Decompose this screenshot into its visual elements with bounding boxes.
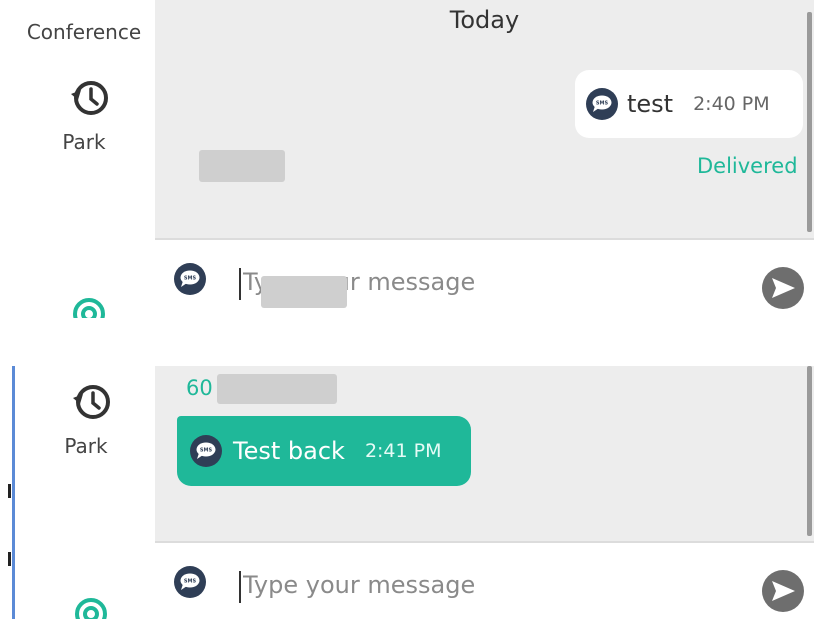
- sms-bubble-icon[interactable]: SMS: [173, 565, 207, 599]
- nav-park-label[interactable]: Park: [14, 130, 154, 154]
- edge-mark: [8, 484, 11, 498]
- sender-number: 60: [186, 376, 213, 400]
- redacted-block: [261, 276, 347, 308]
- panel-gap: [0, 318, 814, 366]
- sidebar: Park: [16, 366, 156, 619]
- window-edge: [12, 366, 15, 619]
- top-screenshot-panel: Conference Park Today SMS test 2:40 PM D…: [0, 0, 814, 318]
- redacted-block: [199, 150, 285, 182]
- green-ring-icon: [66, 288, 112, 318]
- svg-text:SMS: SMS: [596, 101, 609, 107]
- sms-bubble-icon: SMS: [189, 434, 223, 468]
- sms-bubble-icon: SMS: [585, 87, 619, 121]
- message-text: test: [627, 90, 674, 118]
- message-composer: SMS: [155, 541, 814, 619]
- message-composer: SMS: [155, 238, 814, 318]
- redacted-block: [217, 374, 337, 404]
- conversation-area: Today SMS test 2:40 PM Delivered: [155, 0, 814, 238]
- bottom-screenshot-panel: Park 60 SMS Test back 2:41 PM SMS Type y…: [0, 366, 814, 619]
- green-ring-icon: [68, 588, 114, 619]
- message-input[interactable]: [243, 565, 743, 605]
- clock-history-icon[interactable]: [68, 380, 114, 426]
- message-time: 2:41 PM: [364, 440, 442, 462]
- scrollbar[interactable]: [807, 366, 812, 536]
- svg-text:SMS: SMS: [184, 579, 197, 585]
- nav-conference-label[interactable]: Conference: [14, 20, 154, 44]
- nav-park-label[interactable]: Park: [16, 434, 156, 458]
- send-arrow-icon[interactable]: [761, 569, 805, 613]
- svg-text:SMS: SMS: [184, 276, 197, 282]
- incoming-message-bubble[interactable]: SMS Test back 2:41 PM: [177, 416, 471, 486]
- conversation-area: 60 SMS Test back 2:41 PM: [155, 366, 814, 541]
- delivery-status: Delivered: [697, 154, 798, 178]
- clock-history-icon[interactable]: [66, 76, 112, 122]
- sidebar: Conference Park: [14, 0, 154, 318]
- outgoing-message-bubble[interactable]: SMS test 2:40 PM: [575, 70, 803, 138]
- text-caret: [239, 268, 241, 300]
- message-text: Test back: [233, 437, 345, 465]
- scrollbar[interactable]: [807, 12, 812, 232]
- send-arrow-icon[interactable]: [761, 266, 805, 310]
- svg-text:SMS: SMS: [200, 448, 213, 454]
- edge-mark: [8, 552, 11, 566]
- message-time: 2:40 PM: [693, 93, 770, 115]
- date-separator: Today: [449, 6, 520, 34]
- text-caret: [239, 571, 241, 603]
- sms-bubble-icon[interactable]: SMS: [173, 262, 207, 296]
